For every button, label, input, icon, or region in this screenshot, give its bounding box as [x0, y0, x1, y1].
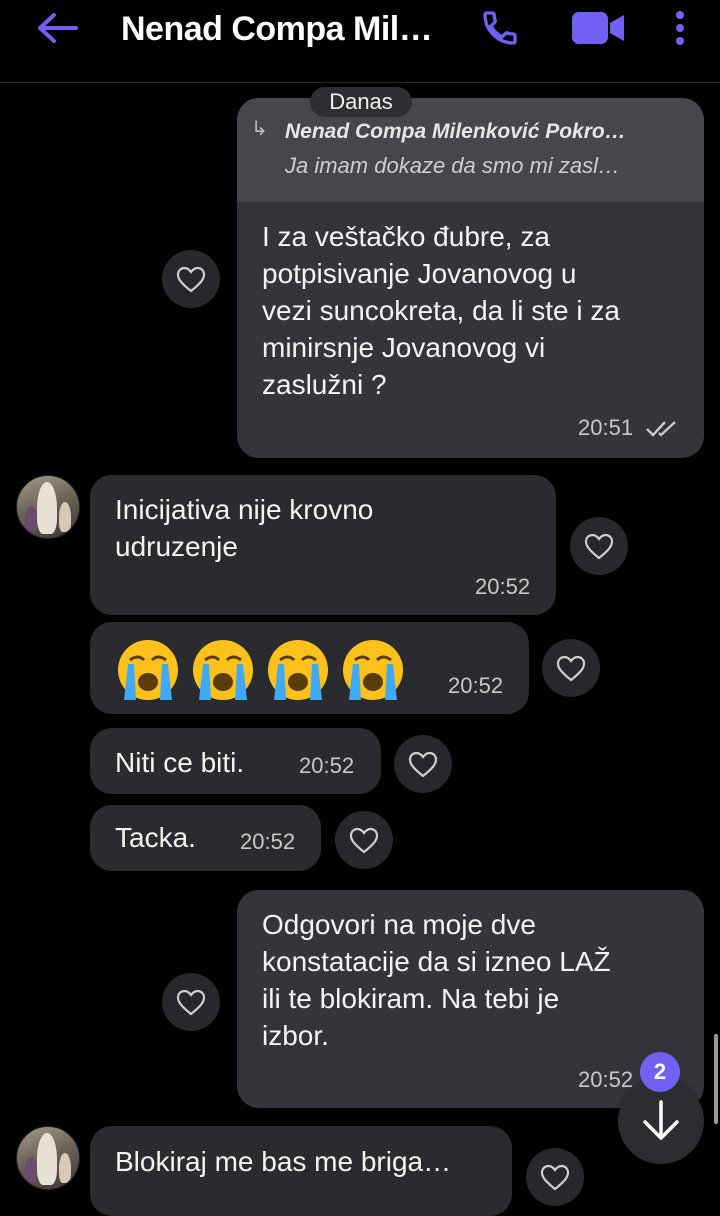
message-time: 20:52 [475, 574, 531, 599]
message-text: Tacka. [115, 822, 196, 853]
like-button[interactable] [394, 735, 452, 793]
heart-icon [176, 989, 206, 1016]
video-camera-icon[interactable] [572, 10, 626, 46]
message-time: 20:52 [448, 673, 504, 698]
like-button[interactable] [570, 517, 628, 575]
reply-arrow-icon: ↳ [251, 118, 268, 140]
crying-face-emoji [193, 640, 253, 700]
incoming-message[interactable]: Niti ce biti. 20:52 [90, 728, 381, 794]
avatar[interactable] [16, 475, 80, 539]
message-time: 20:52 [240, 829, 296, 854]
heart-icon [556, 655, 586, 682]
contact-name[interactable]: Nenad Compa Mil… [121, 10, 433, 49]
scrollbar[interactable] [714, 1034, 718, 1124]
quoted-sender: Nenad Compa Milenković Pokro… [285, 120, 626, 143]
phone-icon[interactable] [480, 8, 520, 48]
crying-face-emoji [118, 640, 178, 700]
avatar[interactable] [16, 1126, 80, 1190]
incoming-message[interactable]: 20:52 [90, 622, 529, 714]
message-text: Blokiraj me bas me briga… [115, 1146, 452, 1177]
more-vertical-icon[interactable] [674, 10, 686, 46]
message-text: I za veštačko đubre, za potpisivanje Jov… [262, 221, 620, 400]
message-text: Odgovori na moje dve konstatacije da si … [262, 909, 611, 1051]
chat-header: Nenad Compa Mil… [0, 0, 720, 83]
incoming-message[interactable]: Blokiraj me bas me briga… [90, 1126, 512, 1216]
outgoing-message[interactable]: Odgovori na moje dve konstatacije da si … [237, 890, 704, 1108]
arrow-left-icon[interactable] [36, 12, 78, 44]
incoming-message[interactable]: Tacka. 20:52 [90, 805, 321, 871]
message-text: Niti ce biti. [115, 747, 245, 778]
quoted-reply[interactable]: ↳ Nenad Compa Milenković Pokro… Ja imam … [237, 98, 704, 202]
arrow-down-icon [643, 1100, 679, 1140]
heart-icon [540, 1164, 570, 1191]
quoted-text: Ja imam dokaze da smo mi zasl… [285, 153, 620, 178]
like-button[interactable] [162, 973, 220, 1031]
like-button[interactable] [542, 639, 600, 697]
heart-icon [176, 266, 206, 293]
message-time: 20:51 [578, 415, 634, 440]
heart-icon [349, 827, 379, 854]
heart-icon [408, 751, 438, 778]
heart-icon [584, 533, 614, 560]
outgoing-message[interactable]: ↳ Nenad Compa Milenković Pokro… Ja imam … [237, 98, 704, 458]
date-separator: Danas [310, 87, 412, 117]
like-button[interactable] [335, 811, 393, 869]
like-button[interactable] [526, 1148, 584, 1206]
incoming-message[interactable]: Inicijativa nije krovno udruzenje 20:52 [90, 475, 556, 615]
message-text: Inicijativa nije krovno udruzenje [115, 494, 374, 562]
message-time: 20:52 [299, 753, 355, 778]
read-checkmarks-icon [646, 421, 676, 437]
like-button[interactable] [162, 250, 220, 308]
crying-face-emoji [268, 640, 328, 700]
crying-face-emoji [343, 640, 403, 700]
unread-count-badge: 2 [640, 1052, 680, 1092]
message-time: 20:52 [578, 1067, 634, 1092]
